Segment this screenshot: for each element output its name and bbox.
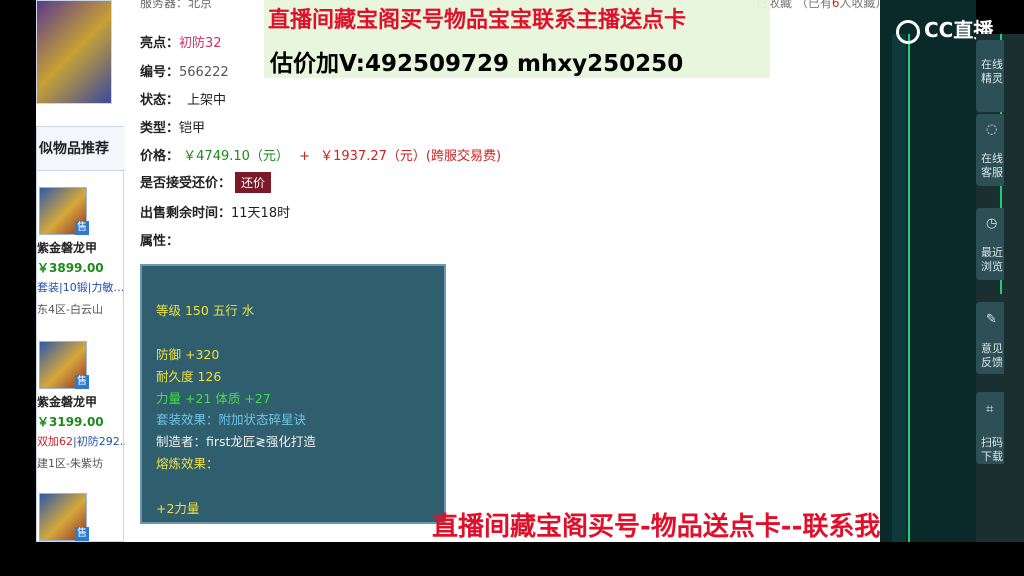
attr-refine-label: 熔炼效果： <box>156 456 219 471</box>
attr-maker: 制造者：first龙匠≷强化打造 <box>156 434 316 449</box>
server-value: 北京 <box>188 0 213 10</box>
highlight-value: 初防32 <box>179 36 222 51</box>
recommend-item-name[interactable]: 紫金磐龙甲 <box>37 393 97 410</box>
tag-rest: |初防292… <box>73 435 125 448</box>
attr-defense: 防御 +320 <box>156 347 220 362</box>
type-label: 类型： <box>140 121 180 136</box>
edit-icon: ✎ <box>986 312 997 327</box>
side-item-label: 最近 浏览 <box>981 246 1003 273</box>
status-row: 状态： 上架中 <box>140 89 226 108</box>
price-plus: + <box>299 149 310 164</box>
side-item-label: 扫码 下载 <box>981 436 1003 463</box>
side-item-label: 意见 反馈 <box>981 342 1003 369</box>
recommend-item-server: 东4区-白云山 <box>37 303 103 316</box>
recommend-item-tags: 双加62|初防292… <box>37 433 125 449</box>
bottom-black-bar <box>0 542 1024 576</box>
bottom-overlay-banner: 直播间藏宝阁买号-物品送点卡--联系我 <box>432 512 881 542</box>
status-label: 状态： <box>140 93 180 108</box>
time-left-label: 出售剩余时间： <box>140 206 232 221</box>
attr-durability: 耐久度 126 <box>156 369 222 384</box>
attributes-row: 属性： <box>140 230 179 249</box>
counter-offer-label: 是否接受还价： <box>140 176 232 191</box>
server-row: 服务器：北京 <box>140 0 212 11</box>
counter-offer-button[interactable]: 还价 <box>235 172 272 193</box>
right-green-line <box>908 34 910 542</box>
tag-highlight: 双加62 <box>37 435 73 448</box>
id-value: 566222 <box>179 65 229 80</box>
attr-set-effect: 套装效果：附加状态碎星诀 <box>156 412 307 427</box>
side-item-label: 在线 精灵 <box>981 58 1003 85</box>
left-black-border <box>0 0 36 542</box>
time-left-row: 出售剩余时间：11天18时 <box>140 202 290 221</box>
left-column: 似物品推荐 售 紫金磐龙甲 ￥3899.00 套装|10锻|力敏… 东4区-白云… <box>36 0 125 542</box>
collect-link[interactable]: 已收藏 （已有6人收藏） <box>756 0 888 11</box>
banner-line-2: 估价加V:492509729 mhxy250250 <box>270 51 684 77</box>
recommend-item-name[interactable]: 紫金磐龙甲 <box>37 239 97 256</box>
attr-level: 等级 150 五行 水 <box>156 303 255 318</box>
recommend-item-server: 建1区-朱紫坊 <box>37 457 103 470</box>
stream-overlay-banner: 直播间藏宝阁买号物品宝宝联系主播送点卡 估价加V:492509729 mhxy2… <box>264 0 770 78</box>
sale-badge: 售 <box>75 221 89 235</box>
time-left-value: 11天18时 <box>231 206 291 221</box>
status-value: 上架中 <box>187 93 227 108</box>
id-label: 编号： <box>140 65 180 80</box>
sale-badge: 售 <box>75 527 89 541</box>
side-item-label: 在线 客服 <box>981 152 1003 179</box>
banner-line-1: 直播间藏宝阁买号物品宝宝联系主播送点卡 <box>268 8 687 33</box>
attr-stats: 力量 +21 体质 +27 <box>156 391 271 406</box>
price-row: 价格： ￥4749.10（元） + ￥1937.27（元）(跨服交易费) <box>140 145 501 164</box>
recommend-title: 似物品推荐 <box>37 127 125 171</box>
counter-offer-row: 是否接受还价： 还价 <box>140 172 272 193</box>
recommend-item-price: ￥3199.00 <box>37 415 104 429</box>
highlight-row: 亮点：初防32 <box>140 32 222 51</box>
headset-icon: ◌ <box>986 122 998 137</box>
character-thumbnail[interactable] <box>36 0 112 104</box>
attr-refine-value: +2力量 <box>156 501 200 516</box>
right-scroll-column <box>892 34 906 542</box>
cc-logo-icon <box>896 19 920 44</box>
type-value: 铠甲 <box>179 121 206 136</box>
recommend-item-price: ￥3899.00 <box>37 261 104 275</box>
id-row: 编号：566222 <box>140 61 229 80</box>
price-value: ￥4749.10（元） <box>183 149 289 164</box>
price-label: 价格： <box>140 149 180 164</box>
attributes-label: 属性： <box>140 234 180 249</box>
sale-badge: 售 <box>75 375 89 389</box>
recommend-box: 似物品推荐 售 紫金磐龙甲 ￥3899.00 套装|10锻|力敏… 东4区-白云… <box>36 126 125 542</box>
highlight-label: 亮点： <box>140 36 180 51</box>
collect-count: 6 <box>831 0 840 10</box>
item-detail: 服务器：北京 亮点：初防32 编号：566222 状态： 上架中 类型：铠甲 价格… <box>140 0 760 542</box>
collect-count-prefix: （已有 <box>795 0 832 10</box>
browser-viewport: 似物品推荐 售 紫金磐龙甲 ￥3899.00 套装|10锻|力敏… 东4区-白云… <box>36 0 976 542</box>
type-row: 类型：铠甲 <box>140 117 205 136</box>
server-label: 服务器： <box>140 0 189 10</box>
cross-server-fee: ￥1937.27（元）(跨服交易费) <box>320 149 502 164</box>
clock-icon: ◷ <box>986 216 998 231</box>
attribute-panel: 等级 150 五行 水 防御 +320 耐久度 126 力量 +21 体质 +2… <box>140 264 446 524</box>
recommend-item-tags: 套装|10锻|力敏… <box>37 281 125 294</box>
qr-scan-icon: ⌗ <box>986 402 994 417</box>
